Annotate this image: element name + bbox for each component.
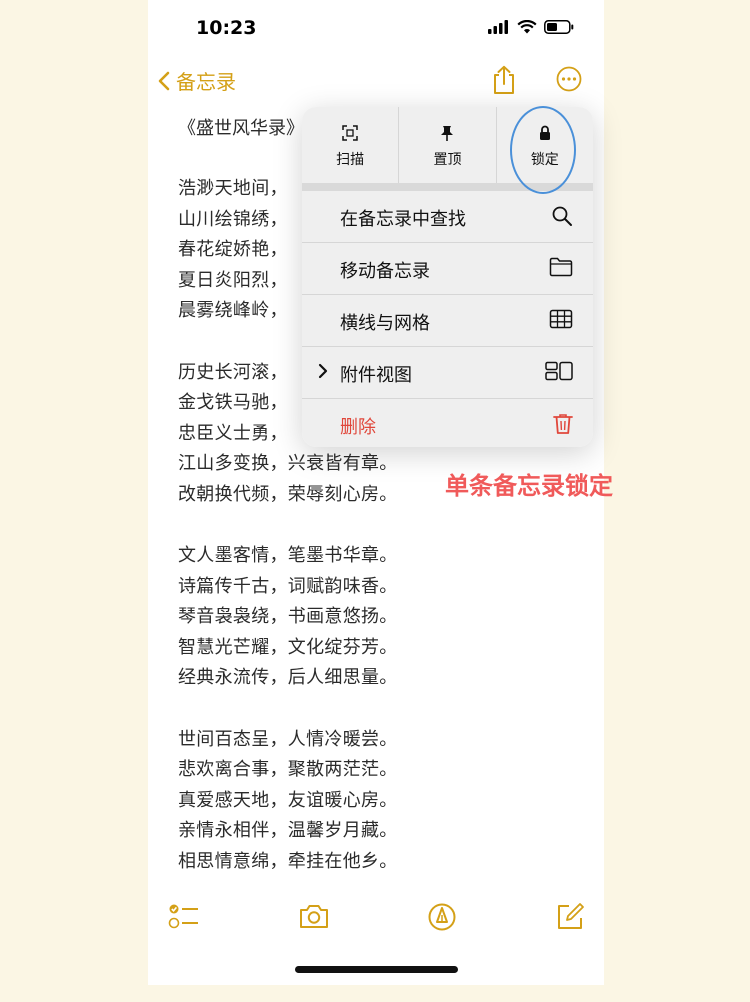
- checklist-icon: [168, 904, 198, 929]
- pin-action[interactable]: 置顶: [398, 107, 495, 183]
- menu-list: 在备忘录中查找 移动备忘录 横线与网格 附件视图 删除: [302, 191, 593, 447]
- delete-item[interactable]: 删除: [302, 399, 593, 447]
- menu-item-label: 删除: [340, 417, 376, 438]
- find-in-notes-item[interactable]: 在备忘录中查找: [302, 191, 593, 243]
- chevron-left-icon: [158, 71, 170, 90]
- poem-line: 经典永流传，后人细思量。: [178, 667, 398, 688]
- checklist-button[interactable]: [168, 902, 200, 934]
- menu-item-label: 移动备忘录: [340, 261, 430, 282]
- scan-label: 扫描: [336, 152, 365, 168]
- poem-line: 文人墨客情，笔墨书华章。: [178, 545, 398, 566]
- more-icon: [556, 66, 582, 92]
- poem-line: 琴音袅袅绕，书画意悠扬。: [178, 606, 398, 627]
- poem-line: 诗篇传千古，词赋韵味香。: [178, 575, 398, 597]
- attachment-view-icon: [545, 361, 573, 381]
- move-note-item[interactable]: 移动备忘录: [302, 243, 593, 295]
- bottom-toolbar: [148, 890, 604, 946]
- status-icons: [488, 20, 574, 34]
- navigation-bar: 备忘录: [148, 60, 604, 102]
- home-indicator: [295, 966, 458, 973]
- pin-label: 置顶: [433, 152, 462, 168]
- menu-item-label: 附件视图: [340, 365, 412, 386]
- stanza: 文人墨客情，笔墨书华章。 诗篇传千古，词赋韵味香。 琴音袅袅绕，书画意悠扬。 智…: [178, 541, 598, 694]
- status-time: 10:23: [196, 17, 257, 39]
- poem-line: 相思情意绵，牵挂在他乡。: [178, 850, 398, 872]
- wifi-icon: [517, 20, 537, 34]
- poem-line: 真爱感天地，友谊暖心房。: [178, 789, 398, 811]
- compose-button[interactable]: [555, 902, 585, 936]
- scan-icon: [342, 125, 358, 141]
- poem-line: 亲情永相伴，温馨岁月藏。: [178, 820, 398, 841]
- markup-pen-icon: [428, 903, 456, 931]
- stanza: 世间百态呈，人情冷暖尝。 悲欢离合事，聚散两茫茫。 真爱感天地，友谊暖心房。 亲…: [178, 725, 598, 878]
- camera-button[interactable]: [298, 902, 330, 934]
- poem-line: 世间百态呈，人情冷暖尝。: [178, 728, 398, 750]
- attachment-view-item[interactable]: 附件视图: [302, 347, 593, 399]
- poem-line: 智慧光芒耀，文化绽芬芳。: [178, 636, 398, 658]
- folder-icon: [549, 257, 573, 277]
- share-icon: [494, 65, 514, 94]
- battery-icon: [544, 20, 574, 34]
- menu-item-label: 横线与网格: [340, 313, 430, 334]
- back-button[interactable]: 备忘录: [158, 66, 236, 95]
- search-icon: [552, 206, 572, 226]
- signal-icon: [488, 20, 508, 34]
- poem-line: 悲欢离合事，聚散两茫茫。: [178, 759, 398, 780]
- scan-action[interactable]: 扫描: [302, 107, 398, 183]
- pin-icon: [441, 126, 454, 141]
- more-button[interactable]: [556, 66, 582, 96]
- grid-icon: [549, 309, 573, 329]
- camera-icon: [300, 905, 328, 928]
- chevron-right-icon: [318, 363, 328, 379]
- trash-icon: [553, 414, 573, 434]
- compose-icon: [558, 903, 584, 929]
- annotation-label: 单条备忘录锁定: [445, 472, 613, 500]
- share-button[interactable]: [491, 65, 517, 99]
- markup-button[interactable]: [427, 902, 457, 936]
- menu-item-label: 在备忘录中查找: [340, 209, 466, 230]
- back-label: 备忘录: [176, 70, 236, 94]
- lines-and-grids-item[interactable]: 横线与网格: [302, 295, 593, 347]
- lock-highlight-ring: [510, 106, 576, 194]
